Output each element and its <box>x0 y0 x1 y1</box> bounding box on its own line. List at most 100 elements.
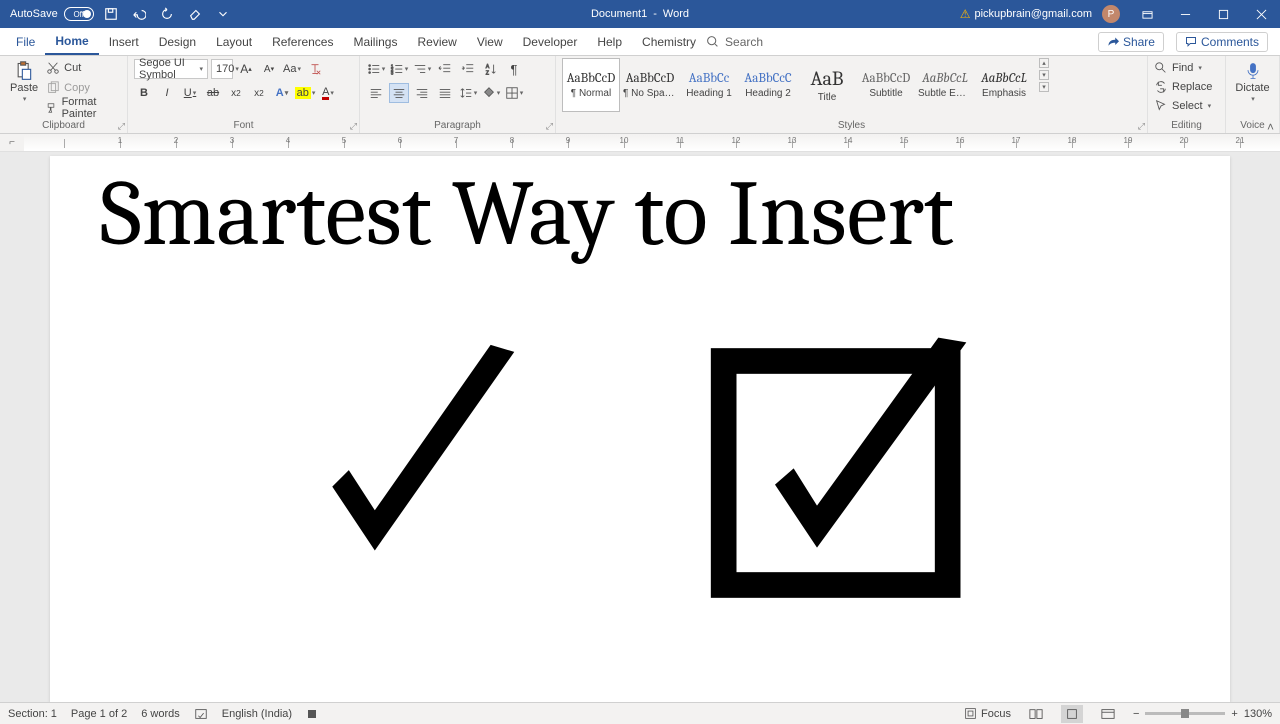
collapse-ribbon-icon[interactable]: ˄ <box>1267 120 1274 134</box>
grow-font-button[interactable]: A▴ <box>236 59 256 79</box>
style-emphasis[interactable]: AaBbCcLEmphasis <box>975 58 1033 112</box>
dictate-button[interactable]: Dictate▾ <box>1231 59 1273 105</box>
styles-row-up[interactable]: ▴ <box>1039 58 1049 68</box>
shrink-font-button[interactable]: A▾ <box>259 59 279 79</box>
font-size-combo[interactable]: 170▾ <box>211 59 233 79</box>
styles-expand[interactable]: ▾ <box>1039 82 1049 92</box>
justify-button[interactable] <box>435 83 455 103</box>
tab-help[interactable]: Help <box>587 28 632 55</box>
subscript-button[interactable]: x2 <box>226 83 246 103</box>
tab-insert[interactable]: Insert <box>99 28 149 55</box>
font-name-combo[interactable]: Segoe UI Symbol▾ <box>134 59 208 79</box>
page[interactable]: Smartest Way to Insert <box>50 156 1230 702</box>
document-title-text[interactable]: Smartest Way to Insert <box>100 166 1180 263</box>
page-indicator[interactable]: Page 1 of 2 <box>71 708 127 720</box>
superscript-button[interactable]: x2 <box>249 83 269 103</box>
bold-button[interactable]: B <box>134 83 154 103</box>
macro-record-icon[interactable] <box>306 708 318 720</box>
italic-button[interactable]: I <box>157 83 177 103</box>
shading-button[interactable]: ▾ <box>481 83 501 103</box>
focus-mode-button[interactable]: Focus <box>964 707 1011 720</box>
tab-chemistry[interactable]: Chemistry <box>632 28 706 55</box>
boxed-checkmark-symbol[interactable] <box>705 333 985 613</box>
tab-developer[interactable]: Developer <box>513 28 588 55</box>
warning-icon: ⚠ <box>960 7 971 21</box>
align-right-button[interactable] <box>412 83 432 103</box>
avatar[interactable]: P <box>1102 5 1120 23</box>
save-icon[interactable] <box>100 3 122 25</box>
status-bar: Section: 1 Page 1 of 2 6 words English (… <box>0 702 1280 724</box>
cut-button[interactable]: Cut <box>46 59 121 77</box>
word-count[interactable]: 6 words <box>141 708 180 720</box>
document-area[interactable]: Smartest Way to Insert <box>0 152 1280 702</box>
tab-mailings[interactable]: Mailings <box>343 28 407 55</box>
eraser-icon[interactable] <box>184 3 206 25</box>
style-subtle-em---[interactable]: AaBbCcLSubtle Em... <box>916 58 974 112</box>
sort-button[interactable]: AZ <box>481 59 501 79</box>
font-launcher[interactable]: ⤢ <box>350 121 357 132</box>
tab-layout[interactable]: Layout <box>206 28 262 55</box>
style-subtitle[interactable]: AaBbCcDSubtitle <box>857 58 915 112</box>
multilevel-list-button[interactable]: ▾ <box>412 59 432 79</box>
change-case-button[interactable]: Aa▾ <box>282 59 302 79</box>
undo-icon[interactable] <box>128 3 150 25</box>
strikethrough-button[interactable]: ab <box>203 83 223 103</box>
text-effects-button[interactable]: A▾ <box>272 83 292 103</box>
zoom-slider[interactable] <box>1145 712 1225 715</box>
user-email[interactable]: pickupbrain@gmail.com <box>974 8 1092 20</box>
minimize-button[interactable] <box>1168 0 1202 28</box>
spellcheck-icon[interactable] <box>194 707 208 721</box>
borders-button[interactable]: ▾ <box>504 83 524 103</box>
zoom-level[interactable]: 130% <box>1244 708 1272 720</box>
copy-button[interactable]: Copy <box>46 79 121 97</box>
styles-row-down[interactable]: ▾ <box>1039 70 1049 80</box>
clear-formatting-button[interactable] <box>305 59 325 79</box>
align-left-button[interactable] <box>366 83 386 103</box>
show-marks-button[interactable]: ¶ <box>504 59 524 79</box>
section-indicator[interactable]: Section: 1 <box>8 708 57 720</box>
autosave-toggle[interactable]: Off <box>64 7 94 21</box>
style-title[interactable]: AaBTitle <box>798 58 856 112</box>
replace-button[interactable]: Replace <box>1154 78 1212 96</box>
tab-file[interactable]: File <box>6 28 45 55</box>
tab-view[interactable]: View <box>467 28 513 55</box>
clipboard-launcher[interactable]: ⤢ <box>118 121 125 132</box>
zoom-in-button[interactable]: + <box>1231 708 1237 720</box>
paragraph-launcher[interactable]: ⤢ <box>546 121 553 132</box>
line-spacing-button[interactable]: ▾ <box>458 83 478 103</box>
align-center-button[interactable] <box>389 83 409 103</box>
zoom-out-button[interactable]: − <box>1133 708 1139 720</box>
style-heading-1[interactable]: AaBbCcHeading 1 <box>680 58 738 112</box>
customize-qat-icon[interactable] <box>212 3 234 25</box>
tab-home[interactable]: Home <box>45 28 98 55</box>
maximize-button[interactable] <box>1206 0 1240 28</box>
format-painter-button[interactable]: Format Painter <box>46 99 121 117</box>
checkmark-symbol[interactable] <box>295 333 535 593</box>
bullets-button[interactable]: ▾ <box>366 59 386 79</box>
font-color-button[interactable]: A▾ <box>318 83 338 103</box>
share-button[interactable]: Share <box>1098 32 1164 52</box>
find-button[interactable]: Find▾ <box>1154 59 1212 77</box>
tab-selector[interactable]: ⌐ <box>0 134 24 152</box>
tab-review[interactable]: Review <box>407 28 466 55</box>
ribbon-display-icon[interactable] <box>1130 0 1164 28</box>
style---no-spac---[interactable]: AaBbCcD¶ No Spac... <box>621 58 679 112</box>
select-button[interactable]: Select▾ <box>1154 97 1212 115</box>
comments-button[interactable]: Comments <box>1176 32 1268 52</box>
style---normal[interactable]: AaBbCcD¶ Normal <box>562 58 620 112</box>
tab-design[interactable]: Design <box>149 28 206 55</box>
numbering-button[interactable]: 123▾ <box>389 59 409 79</box>
styles-launcher[interactable]: ⤢ <box>1138 121 1145 132</box>
increase-indent-button[interactable] <box>458 59 478 79</box>
style-heading-2[interactable]: AaBbCcCHeading 2 <box>739 58 797 112</box>
highlight-button[interactable]: ab▾ <box>295 83 315 103</box>
language-indicator[interactable]: English (India) <box>222 708 292 720</box>
tab-references[interactable]: References <box>262 28 343 55</box>
redo-icon[interactable] <box>156 3 178 25</box>
search-box[interactable]: Search <box>706 28 763 55</box>
autosave-label: AutoSave <box>10 8 58 20</box>
underline-button[interactable]: U▾ <box>180 83 200 103</box>
decrease-indent-button[interactable] <box>435 59 455 79</box>
close-button[interactable] <box>1244 0 1278 28</box>
paste-button[interactable]: Paste ▾ <box>6 59 42 105</box>
